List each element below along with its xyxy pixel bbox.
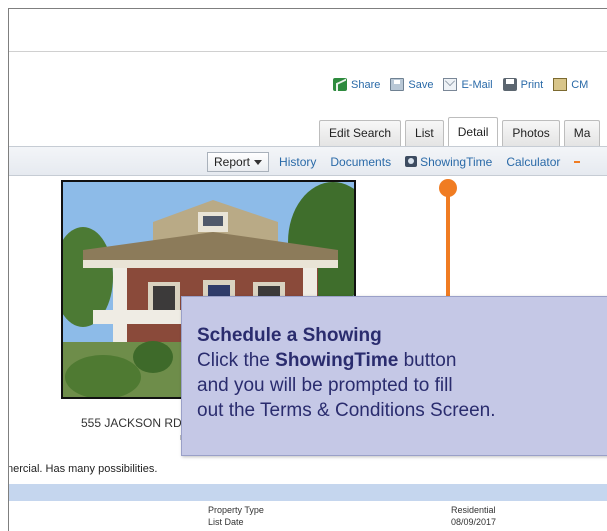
overflow-marker-icon bbox=[574, 161, 581, 163]
tab-list[interactable]: List bbox=[405, 120, 444, 146]
detail-subnav: Report History Documents ShowingTime Cal… bbox=[9, 146, 607, 176]
mail-icon bbox=[443, 78, 458, 91]
tab-map[interactable]: Ma bbox=[563, 120, 601, 146]
report-dropdown[interactable]: Report bbox=[207, 152, 270, 172]
showingtime-button[interactable]: ShowingTime bbox=[405, 155, 492, 169]
chevron-down-icon bbox=[254, 160, 263, 166]
print-button[interactable]: Print bbox=[502, 78, 544, 91]
print-label: Print bbox=[520, 78, 544, 91]
callout-leader-line bbox=[446, 190, 450, 300]
list-date-value: 08/09/2017 bbox=[451, 517, 497, 527]
tab-edit-search[interactable]: Edit Search bbox=[319, 120, 402, 146]
callout-line1-prefix: Click the bbox=[197, 350, 276, 371]
documents-link[interactable]: Documents bbox=[330, 155, 391, 169]
save-icon bbox=[390, 78, 405, 91]
property-type-value: Residential bbox=[451, 505, 496, 515]
list-date-label: List Date bbox=[208, 517, 244, 527]
header-divider bbox=[9, 51, 607, 52]
save-button[interactable]: Save bbox=[390, 78, 433, 91]
cma-icon bbox=[553, 78, 568, 91]
tab-detail[interactable]: Detail bbox=[447, 117, 499, 146]
property-type-label: Property Type bbox=[208, 505, 264, 515]
schedule-showing-callout: Schedule a Showing Click the ShowingTime… bbox=[181, 296, 607, 456]
tab-photos[interactable]: Photos bbox=[502, 120, 560, 146]
callout-title: Schedule a Showing bbox=[197, 325, 382, 346]
cma-button[interactable]: CM bbox=[553, 78, 588, 91]
showingtime-icon bbox=[405, 156, 418, 167]
listing-address: 555 JACKSON RD bbox=[81, 416, 182, 430]
printer-icon bbox=[502, 78, 517, 91]
share-button[interactable]: Share bbox=[333, 78, 380, 91]
save-label: Save bbox=[408, 78, 434, 91]
listing-remarks: nercial. Has many possibilities. bbox=[8, 463, 158, 475]
callout-line3: out the Terms & Conditions Screen. bbox=[197, 400, 496, 421]
history-link[interactable]: History bbox=[279, 155, 316, 169]
action-toolbar: Share Save E-Mail Print CM bbox=[333, 78, 598, 91]
view-tabs: Edit Search List Detail Photos Ma bbox=[319, 116, 604, 146]
calculator-link[interactable]: Calculator bbox=[506, 155, 560, 169]
share-icon bbox=[333, 78, 347, 91]
cma-label: CM bbox=[571, 78, 589, 91]
share-label: Share bbox=[351, 78, 381, 91]
email-label: E-Mail bbox=[461, 78, 493, 91]
callout-line1-suffix: button bbox=[398, 350, 457, 371]
email-button[interactable]: E-Mail bbox=[443, 78, 493, 91]
showingtime-label: ShowingTime bbox=[420, 155, 493, 169]
section-header-band bbox=[9, 484, 607, 501]
callout-pointer-dot bbox=[439, 179, 457, 197]
report-label: Report bbox=[214, 155, 251, 169]
callout-line1-bold: ShowingTime bbox=[275, 350, 399, 371]
callout-line2: and you will be prompted to fill bbox=[197, 375, 453, 396]
